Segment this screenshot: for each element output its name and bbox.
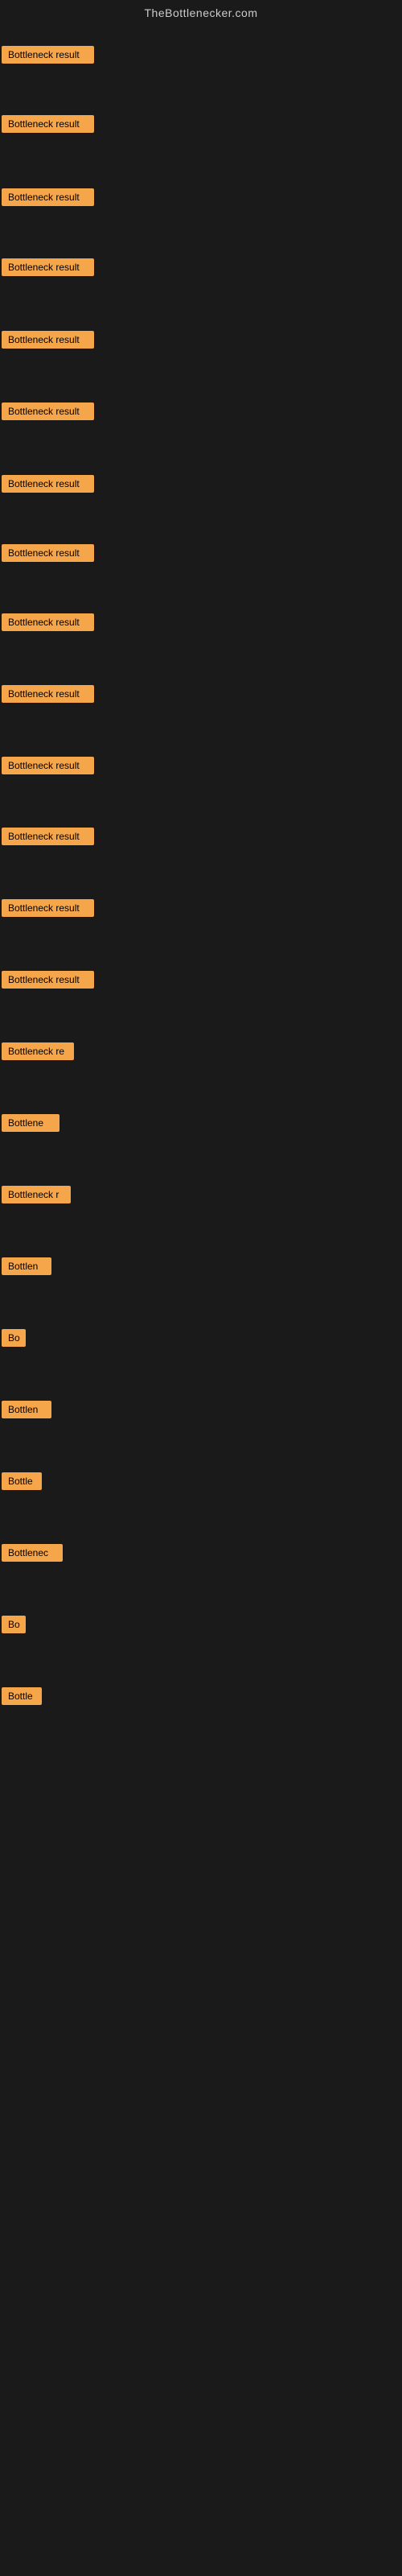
bottleneck-badge-7[interactable]: Bottleneck result xyxy=(2,475,94,493)
bottleneck-badge-12[interactable]: Bottleneck result xyxy=(2,828,94,845)
badge-row-23: Bo xyxy=(2,1616,26,1637)
bottleneck-badge-1[interactable]: Bottleneck result xyxy=(2,46,94,64)
badge-row-20: Bottlen xyxy=(2,1401,51,1422)
bottleneck-badge-20[interactable]: Bottlen xyxy=(2,1401,51,1418)
badge-row-18: Bottlen xyxy=(2,1257,51,1279)
bottleneck-badge-22[interactable]: Bottlenec xyxy=(2,1544,63,1562)
badge-row-22: Bottlenec xyxy=(2,1544,63,1566)
bottleneck-badge-19[interactable]: Bo xyxy=(2,1329,26,1347)
badge-row-1: Bottleneck result xyxy=(2,46,94,68)
badge-row-19: Bo xyxy=(2,1329,26,1351)
bottleneck-badge-9[interactable]: Bottleneck result xyxy=(2,613,94,631)
site-title: TheBottlenecker.com xyxy=(0,0,402,26)
badge-row-7: Bottleneck result xyxy=(2,475,94,497)
bottleneck-badge-4[interactable]: Bottleneck result xyxy=(2,258,94,276)
badge-row-2: Bottleneck result xyxy=(2,115,94,137)
bottleneck-badge-13[interactable]: Bottleneck result xyxy=(2,899,94,917)
badge-row-21: Bottle xyxy=(2,1472,42,1494)
badge-row-11: Bottleneck result xyxy=(2,757,94,778)
bottleneck-badge-2[interactable]: Bottleneck result xyxy=(2,115,94,133)
badge-row-10: Bottleneck result xyxy=(2,685,94,707)
badge-row-13: Bottleneck result xyxy=(2,899,94,921)
badge-row-9: Bottleneck result xyxy=(2,613,94,635)
bottleneck-badge-11[interactable]: Bottleneck result xyxy=(2,757,94,774)
badge-row-6: Bottleneck result xyxy=(2,402,94,424)
bottleneck-badge-14[interactable]: Bottleneck result xyxy=(2,971,94,989)
badge-row-12: Bottleneck result xyxy=(2,828,94,849)
bottleneck-badge-17[interactable]: Bottleneck r xyxy=(2,1186,71,1203)
badge-row-24: Bottle xyxy=(2,1687,42,1709)
bottleneck-badge-8[interactable]: Bottleneck result xyxy=(2,544,94,562)
badge-row-16: Bottlene xyxy=(2,1114,59,1136)
badge-row-4: Bottleneck result xyxy=(2,258,94,280)
bottleneck-badge-24[interactable]: Bottle xyxy=(2,1687,42,1705)
bottleneck-badge-5[interactable]: Bottleneck result xyxy=(2,331,94,349)
badge-row-3: Bottleneck result xyxy=(2,188,94,210)
bottleneck-badge-3[interactable]: Bottleneck result xyxy=(2,188,94,206)
bottleneck-badge-16[interactable]: Bottlene xyxy=(2,1114,59,1132)
badge-row-14: Bottleneck result xyxy=(2,971,94,993)
bottleneck-badge-15[interactable]: Bottleneck re xyxy=(2,1042,74,1060)
bottleneck-badge-21[interactable]: Bottle xyxy=(2,1472,42,1490)
page-container: TheBottlenecker.com Bottleneck result Bot… xyxy=(0,0,402,2576)
bottleneck-badge-10[interactable]: Bottleneck result xyxy=(2,685,94,703)
badge-row-8: Bottleneck result xyxy=(2,544,94,566)
badge-row-5: Bottleneck result xyxy=(2,331,94,353)
bottleneck-badge-18[interactable]: Bottlen xyxy=(2,1257,51,1275)
badge-row-15: Bottleneck re xyxy=(2,1042,74,1064)
badge-row-17: Bottleneck r xyxy=(2,1186,71,1208)
bottleneck-badge-23[interactable]: Bo xyxy=(2,1616,26,1633)
bottleneck-badge-6[interactable]: Bottleneck result xyxy=(2,402,94,420)
